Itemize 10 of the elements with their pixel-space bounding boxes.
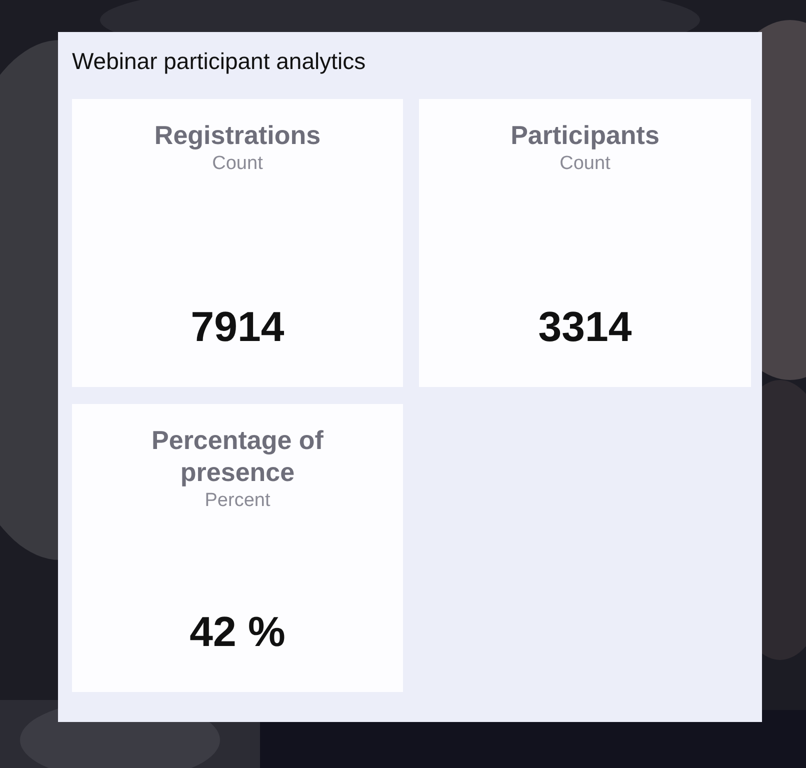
metric-unit: Count xyxy=(212,153,263,175)
panel-title: Webinar participant analytics xyxy=(72,48,366,75)
metric-title: Percentage of presence xyxy=(150,424,324,488)
metric-unit: Percent xyxy=(204,490,270,512)
metric-title: Participants xyxy=(510,119,660,151)
metric-value: 42 % xyxy=(190,608,286,656)
metric-value: 7914 xyxy=(190,303,284,351)
metric-unit: Count xyxy=(560,153,610,175)
metric-title: Registrations xyxy=(153,119,322,151)
metric-value: 3314 xyxy=(538,303,632,351)
